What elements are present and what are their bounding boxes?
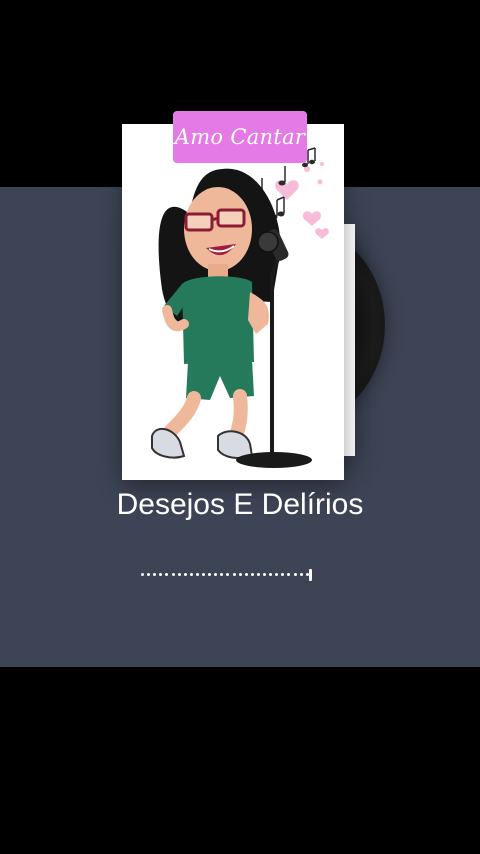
singer-illustration [151, 147, 329, 468]
progress-dot [189, 573, 193, 576]
green-shirt [182, 276, 254, 364]
progress-dot [226, 573, 230, 576]
progress-dot [153, 573, 157, 576]
progress-cursor[interactable] [309, 569, 312, 581]
progress-dot [214, 573, 218, 576]
progress-dot [287, 573, 291, 576]
album-cover[interactable] [122, 124, 344, 480]
progress-dot [263, 573, 266, 576]
video-screen: Amo Cantar Desejos E Delírios [0, 0, 480, 854]
progress-dot [256, 573, 260, 576]
progress-dot [171, 573, 175, 576]
progress-dot [250, 573, 254, 576]
progress-dot [208, 573, 212, 576]
song-title: Desejos E Delírios [116, 488, 364, 521]
progress-dot [141, 573, 144, 576]
progress-dot [147, 573, 151, 576]
progress-dot [183, 573, 187, 576]
progress-dot [202, 573, 205, 576]
progress-dot [238, 573, 242, 576]
progress-dot [305, 573, 309, 576]
progress-dot [275, 573, 279, 576]
progress-indicator[interactable] [140, 568, 320, 582]
progress-dot [177, 573, 181, 576]
progress-dot [299, 573, 303, 576]
progress-dot [269, 573, 273, 576]
progress-dot [220, 573, 224, 576]
progress-dot [232, 573, 236, 576]
cover-badge: Amo Cantar [173, 111, 307, 163]
progress-dot [165, 573, 169, 576]
progress-dot [244, 573, 248, 576]
progress-dot [293, 573, 297, 576]
progress-dot [195, 573, 199, 576]
progress-dot [281, 573, 285, 576]
letterbox-bottom [0, 667, 480, 854]
progress-dot [159, 573, 163, 576]
heart-decorations [275, 162, 329, 239]
